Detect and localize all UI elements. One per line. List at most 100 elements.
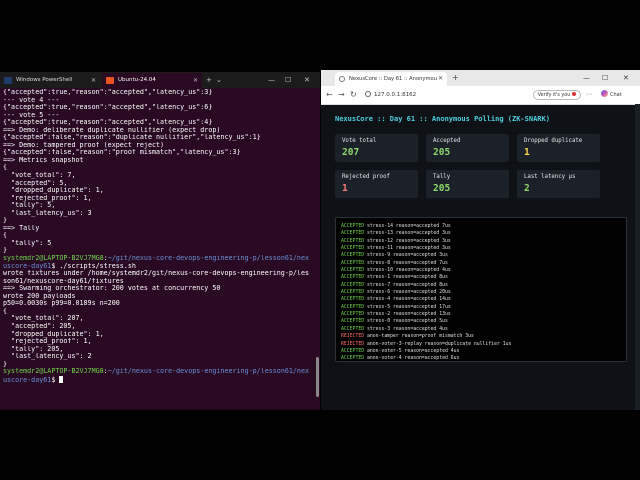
- metric-card-vote-total: Vote total 207: [335, 134, 418, 162]
- maximize-button[interactable]: ☐: [285, 72, 291, 88]
- terminal-line: "tally": 5: [3, 240, 315, 248]
- browser-window[interactable]: NexusCore :: Day 61 :: Anonymou ✕ + — ☐ …: [321, 70, 640, 410]
- line-text: "rejected_proof": 1,: [3, 194, 92, 202]
- alert-dot-icon: [572, 92, 577, 96]
- tab-label: Windows PowerShell: [16, 77, 73, 83]
- log-status: ACCEPTED: [341, 304, 365, 310]
- log-entry: ACCEPTED stress-2 reason=accepted 13us: [341, 311, 621, 318]
- metric-card-last-latency: Last latency µs 2: [517, 170, 600, 198]
- metric-value: 205: [433, 183, 451, 194]
- close-button[interactable]: ✕: [304, 72, 310, 88]
- terminal-line: --- vote 4 ---: [3, 97, 315, 105]
- log-entry: ACCEPTED stress-10 reason=accepted 4us: [341, 267, 621, 274]
- verify-button[interactable]: Verify it's you: [533, 90, 581, 100]
- terminal-line: {: [3, 232, 315, 240]
- log-status: ACCEPTED: [341, 297, 365, 303]
- cursor: [59, 375, 64, 383]
- tab-title: NexusCore :: Day 61 :: Anonymou: [349, 76, 438, 82]
- line-text: p50=0.0030s p99=0.0189s n=200: [3, 300, 120, 308]
- terminal-line: ==> Tally: [3, 225, 315, 233]
- url-field[interactable]: 127.0.0.1:8162: [365, 90, 416, 100]
- chat-button[interactable]: Chat: [601, 90, 622, 100]
- new-tab-button[interactable]: +: [206, 72, 212, 88]
- metric-card-tally: Tally 205: [426, 170, 509, 198]
- line-text: "last_latency_us": 2: [3, 353, 92, 361]
- metric-label: Vote total: [342, 138, 377, 144]
- tab-ubuntu[interactable]: Ubuntu-24.04 ✕: [102, 73, 202, 88]
- new-tab-button[interactable]: +: [452, 70, 459, 86]
- more-icon[interactable]: ⋯: [586, 90, 592, 100]
- chevron-down-icon[interactable]: ⌄: [216, 72, 222, 88]
- terminal-line: wrote 200 payloads: [3, 293, 315, 301]
- terminal-line: {: [3, 308, 315, 316]
- line-text: {"accepted":false,"reason":"proof mismat…: [3, 149, 241, 157]
- log-text: stress-7 reason=accepted 8us: [364, 282, 448, 288]
- log-text: stress-2 reason=accepted 13us: [364, 312, 451, 318]
- browser-tab[interactable]: NexusCore :: Day 61 :: Anonymou ✕: [335, 72, 447, 86]
- close-button[interactable]: ✕: [623, 70, 629, 86]
- line-text: ==> Demo: deliberate duplicate nullifier…: [3, 126, 221, 134]
- metric-value: 1: [524, 147, 530, 158]
- log-text: stress-12 reason=accepted 3us: [364, 238, 451, 244]
- close-icon[interactable]: ✕: [193, 73, 198, 88]
- terminal-line: systemdr2@LAPTOP-B2VJ7MG8:~/git/nexus-co…: [3, 368, 315, 376]
- metric-card-accepted: Accepted 205: [426, 134, 509, 162]
- desktop-bottom: [0, 410, 640, 480]
- log-entry: ACCEPTED stress-1 reason=accepted 8us: [341, 274, 621, 281]
- prompt-user: systemdr2@LAPTOP-B2VJ7MG8: [3, 255, 104, 263]
- prompt-path: uscore-day61: [3, 375, 52, 384]
- log-entry: ACCEPTED stress-12 reason=accepted 3us: [341, 238, 621, 245]
- metric-label: Last latency µs: [524, 174, 576, 180]
- refresh-icon[interactable]: ↻: [350, 89, 357, 101]
- log-text: anon-tamper reason=proof mismatch 3us: [364, 334, 474, 340]
- terminal-output[interactable]: {"accepted":true,"reason":"accepted","la…: [3, 89, 315, 383]
- terminal-line: "rejected_proof": 1,: [3, 195, 315, 203]
- log-text: stress-0 reason=accepted 5us: [364, 319, 448, 325]
- terminal-window[interactable]: Windows PowerShell ✕ Ubuntu-24.04 ✕ + ⌄ …: [0, 72, 320, 410]
- log-entry: ACCEPTED stress-13 reason=accepted 3us: [341, 230, 621, 237]
- log-status: ACCEPTED: [341, 319, 365, 325]
- terminal-line: {"accepted":true,"reason":"accepted","la…: [3, 89, 315, 97]
- scrollbar[interactable]: [316, 357, 319, 397]
- line-text: "tally": 205,: [3, 345, 64, 353]
- log-entry: ACCEPTED stress-5 reason=accepted 17us: [341, 304, 621, 311]
- log-text: stress-5 reason=accepted 17us: [364, 304, 451, 310]
- log-text: anon-voter-5 reason=accepted 4us: [364, 348, 460, 354]
- terminal-line: "accepted": 5,: [3, 180, 315, 188]
- line-text: wrote 200 payloads: [3, 292, 76, 300]
- url-text: 127.0.0.1:8162: [374, 92, 417, 98]
- line-text: "vote_total": 207,: [3, 315, 84, 323]
- metric-label: Tally: [433, 174, 451, 180]
- line-text: "accepted": 205,: [3, 322, 76, 330]
- line-text: wrote fixtures under /home/systemdr2/git…: [3, 270, 309, 278]
- minimize-button[interactable]: —: [583, 70, 590, 86]
- line-text: "vote_total": 7,: [3, 172, 76, 180]
- log-text: anon-voter-4 reason=accepted 6us: [364, 356, 460, 362]
- page-title: NexusCore :: Day 61 :: Anonymous Polling…: [335, 115, 550, 123]
- log-status: ACCEPTED: [341, 260, 365, 266]
- line-text: {"accepted":true,"reason":"accepted","la…: [3, 104, 213, 112]
- close-icon[interactable]: ✕: [438, 72, 443, 86]
- maximize-button[interactable]: ☐: [602, 70, 608, 86]
- scrollbar[interactable]: [635, 104, 640, 410]
- forward-icon[interactable]: →: [338, 89, 345, 101]
- line-text: ==> Metrics snapshot: [3, 156, 84, 164]
- terminal-line: "dropped_duplicate": 1,: [3, 187, 315, 195]
- close-icon[interactable]: ✕: [91, 73, 96, 88]
- log-entry: ACCEPTED stress-3 reason=accepted 4us: [341, 326, 621, 333]
- terminal-line: }: [3, 217, 315, 225]
- minimize-button[interactable]: —: [268, 72, 275, 88]
- log-entry: ACCEPTED stress-7 reason=accepted 8us: [341, 282, 621, 289]
- line-text: }: [3, 247, 8, 255]
- terminal-tab-bar: Windows PowerShell ✕ Ubuntu-24.04 ✕ + ⌄ …: [0, 72, 320, 88]
- log-entry: REJECTED anon-tamper reason=proof mismat…: [341, 333, 621, 340]
- info-icon[interactable]: [365, 91, 371, 97]
- back-icon[interactable]: ←: [326, 89, 333, 101]
- tab-powershell[interactable]: Windows PowerShell ✕: [0, 73, 100, 88]
- vote-log[interactable]: ACCEPTED stress-14 reason=accepted 7us AC…: [335, 217, 627, 362]
- log-text: stress-3 reason=accepted 4us: [364, 326, 448, 332]
- log-entry: REJECTED anon-voter-3-replay reason=dupl…: [341, 341, 621, 348]
- terminal-line: ==> Swarming orchestrator: 200 votes at …: [3, 285, 315, 293]
- log-text: stress-6 reason=accepted 20us: [364, 290, 451, 296]
- log-entry: ACCEPTED stress-8 reason=accepted 7us: [341, 260, 621, 267]
